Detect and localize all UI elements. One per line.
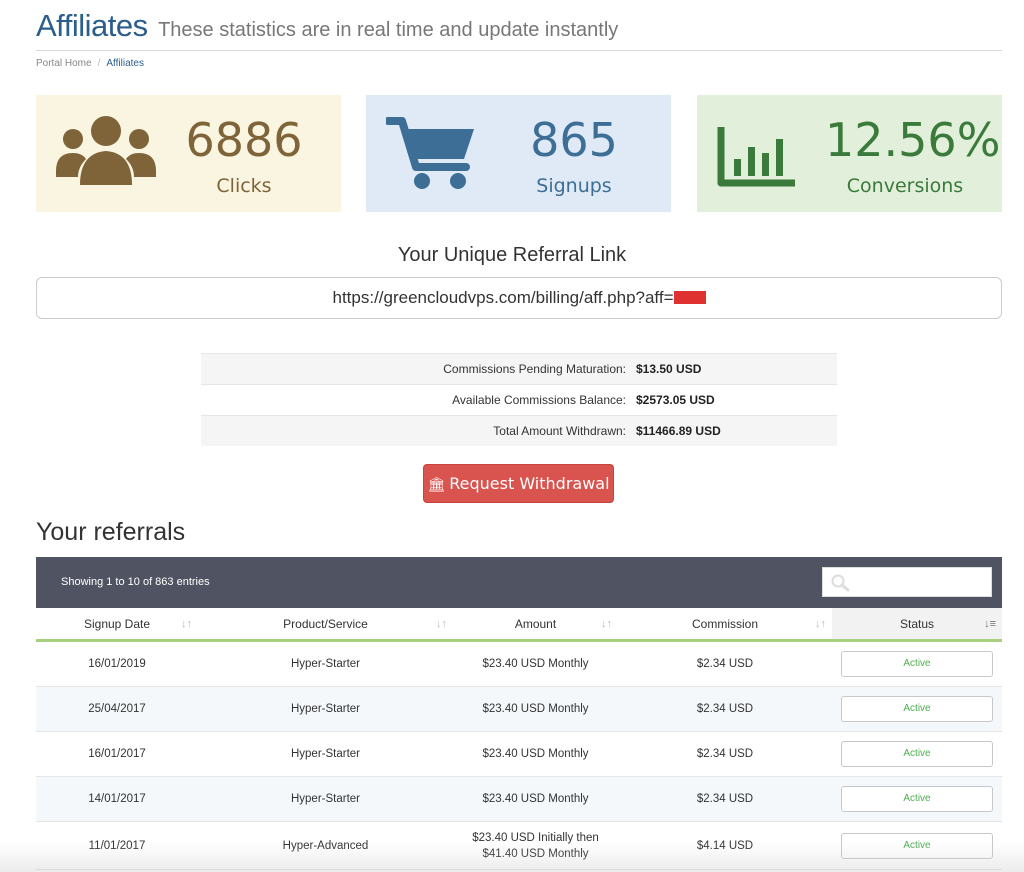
column-header-status[interactable]: Status ↓≡ [832,608,1002,642]
conversions-label: Conversions [846,175,964,197]
table-row: 25/04/2017 Hyper-Starter $23.40 USD Mont… [36,687,1002,732]
product-cell: Hyper-Starter [290,658,361,670]
referrals-heading: Your referrals [36,518,186,546]
column-header-label: Product/Service [283,617,368,631]
redaction-mark [673,291,706,304]
amount-line: $23.40 USD Initially then [472,831,599,844]
breadcrumb-current: Affiliates [106,58,144,69]
request-withdrawal-label: Request Withdrawal [449,474,610,493]
column-header-label: Commission [691,617,758,631]
table-search-input[interactable] [822,567,992,597]
signups-value: 865 [530,113,618,167]
status-badge: Active [841,741,993,767]
amount-cell: $23.40 USD Initially then $41.40 USD Mon… [453,822,618,869]
commission-label: Available Commissions Balance: [452,393,626,407]
commission-label: Commissions Pending Maturation: [443,362,626,376]
status-badge: Active [841,651,993,677]
page-title: Affiliates [36,8,148,43]
column-header-label: Amount [514,617,557,631]
breadcrumb: Portal Home / Affiliates [36,58,144,69]
shopping-cart-icon [386,117,474,189]
bank-icon: 🏛︎ [427,477,446,493]
table-row: 11/01/2017 Hyper-Advanced $23.40 USD Ini… [36,822,1002,870]
column-header-label: Status [899,617,935,631]
clicks-label: Clicks [216,175,272,197]
commission-value: $11466.89 USD [636,424,721,438]
page-subtitle: These statistics are in real time and up… [158,19,619,41]
status-cell: Active [832,732,1002,776]
status-badge: Active [841,832,993,859]
referral-link-text: https://greencloudvps.com/billing/aff.ph… [332,288,674,307]
commission-value: $13.50 USD [636,362,702,376]
signup-date-cell: 14/01/2017 [88,793,146,805]
commission-value: $2573.05 USD [636,393,715,407]
commission-label: Total Amount Withdrawn: [493,424,626,438]
sort-icon: ↓↑ [436,618,447,630]
amount-cell: $23.40 USD Monthly [482,658,589,670]
conversions-value: 12.56% [825,113,1001,167]
signups-stat-card: 865 Signups [366,95,671,212]
commissions-summary: Commissions Pending Maturation: $13.50 US… [201,353,837,446]
amount-cell: $23.40 USD Monthly [482,703,589,715]
sort-desc-icon: ↓≡ [984,618,996,630]
table-row: 14/01/2017 Hyper-Starter $23.40 USD Mont… [36,777,1002,822]
entries-info: Showing 1 to 10 of 863 entries [61,576,210,588]
signup-date-cell: 16/01/2019 [88,658,146,670]
commission-cell: $2.34 USD [696,658,754,670]
request-withdrawal-button[interactable]: 🏛︎ Request Withdrawal [423,464,614,503]
status-badge: Active [841,786,993,812]
commission-cell: $2.34 USD [696,793,754,805]
column-header-amount[interactable]: Amount ↓↑ [453,608,618,642]
table-row: 16/01/2017 Hyper-Starter $23.40 USD Mont… [36,732,1002,777]
product-cell: Hyper-Starter [290,748,361,760]
table-toolbar: Showing 1 to 10 of 863 entries [36,557,1002,608]
conversions-stat-card: 12.56% Conversions [697,95,1002,212]
signups-label: Signups [536,175,612,197]
signup-date-cell: 11/01/2017 [88,839,146,852]
search-icon [831,574,850,592]
sort-icon: ↓↑ [601,618,612,630]
status-cell: Active [832,642,1002,686]
signup-date-cell: 25/04/2017 [88,703,146,715]
breadcrumb-home-link[interactable]: Portal Home [36,58,92,69]
sort-icon: ↓↑ [181,618,192,630]
clicks-stat-card: 6886 Clicks [36,95,341,212]
column-header-signup-date[interactable]: Signup Date ↓↑ [36,608,198,642]
status-cell: Active [832,687,1002,731]
amount-line: $41.40 USD Monthly [482,847,589,860]
referral-link-title: Your Unique Referral Link [397,244,627,266]
commission-row: Commissions Pending Maturation: $13.50 US… [201,353,837,384]
table-row: 16/01/2019 Hyper-Starter $23.40 USD Mont… [36,642,1002,687]
clicks-value: 6886 [185,113,303,167]
users-icon [56,116,156,185]
column-header-product[interactable]: Product/Service ↓↑ [198,608,453,642]
product-cell: Hyper-Starter [290,793,361,805]
amount-cell: $23.40 USD Monthly [482,793,589,805]
product-cell: Hyper-Starter [290,703,361,715]
breadcrumb-separator: / [97,58,101,69]
page-header: Affiliates These statistics are in real … [36,8,1002,51]
column-header-label: Signup Date [83,617,151,631]
product-cell: Hyper-Advanced [282,839,369,852]
commission-cell: $2.34 USD [696,748,754,760]
signup-date-cell: 16/01/2017 [88,748,146,760]
commission-cell: $4.14 USD [696,839,754,852]
referrals-table-body: 16/01/2019 Hyper-Starter $23.40 USD Mont… [36,642,1002,870]
commission-row: Available Commissions Balance: $2573.05 U… [201,384,837,415]
column-header-commission[interactable]: Commission ↓↑ [618,608,832,642]
referral-link-field[interactable]: https://greencloudvps.com/billing/aff.ph… [36,277,1002,319]
status-badge: Active [841,696,993,722]
status-cell: Active [832,777,1002,821]
status-cell: Active [832,822,1002,869]
bar-chart-icon [717,127,795,187]
commission-row: Total Amount Withdrawn: $11466.89 USD [201,415,837,446]
amount-cell: $23.40 USD Monthly [482,748,589,760]
sort-icon: ↓↑ [815,618,826,630]
commission-cell: $2.34 USD [696,703,754,715]
table-header: Signup Date ↓↑ Product/Service ↓↑ Amount ↓↑… [36,608,1002,642]
